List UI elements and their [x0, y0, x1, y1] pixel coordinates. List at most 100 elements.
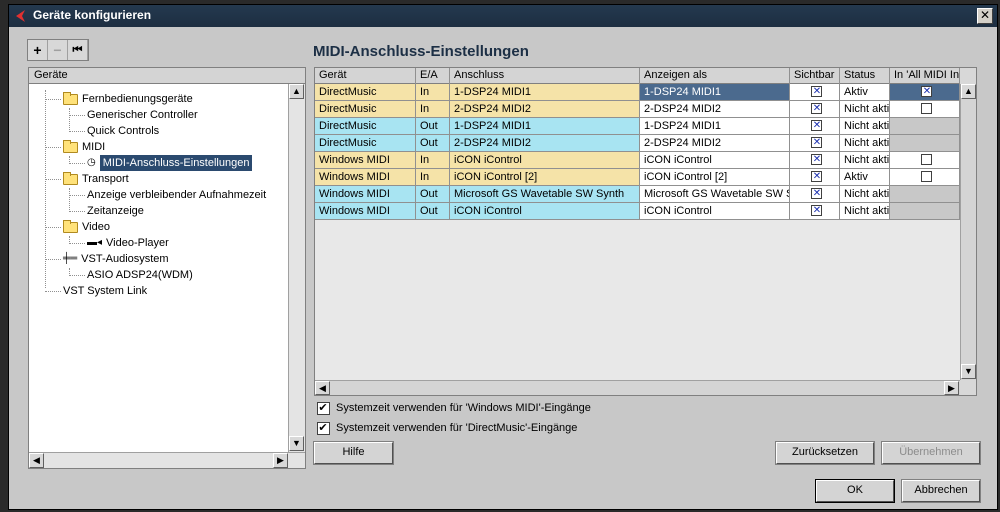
tree-item-transport[interactable]: Transport [63, 171, 129, 187]
column-header-sichtbar[interactable]: Sichtbar [790, 68, 840, 84]
tree-item-video[interactable]: Video [63, 219, 110, 235]
table-row[interactable]: DirectMusic Out 2-DSP24 MIDI2 2-DSP24 MIDI2… [315, 135, 960, 152]
table-row[interactable]: Windows MIDI In iCON iControl iCON iControl… [315, 152, 960, 169]
cell-sichtbar [790, 101, 840, 118]
option-windows-midi-systemtime[interactable]: Systemzeit verwenden für 'Windows MIDI'-… [315, 401, 591, 415]
grid-horizontal-scrollbar[interactable]: ◀ ▶ [315, 380, 960, 395]
directmusic-systemtime-checkbox[interactable] [317, 421, 330, 435]
column-header-status[interactable]: Status [840, 68, 890, 84]
cell-anschluss: 2-DSP24 MIDI2 [450, 101, 640, 118]
tree-item-vst-system-link[interactable]: VST System Link [63, 283, 147, 299]
folder-icon [63, 91, 78, 105]
tree-item-asio-adsp24[interactable]: ASIO ADSP24(WDM) [87, 267, 193, 283]
table-row[interactable]: DirectMusicIn2-DSP24 MIDI22-DSP24 MIDI2N… [315, 101, 960, 118]
column-header-all-midi-in[interactable]: In 'All MIDI In [890, 68, 960, 84]
cell-anzeigen[interactable]: Microsoft GS Wavetable SW S [640, 186, 790, 203]
column-header-ea[interactable]: E/A [416, 68, 450, 84]
cell-geraet: DirectMusic [315, 101, 416, 118]
scroll-left-button[interactable]: ◀ [315, 381, 330, 395]
all-midi-in-checkbox[interactable] [921, 171, 932, 182]
remove-device-button[interactable]: − [48, 40, 68, 60]
visible-checkbox[interactable] [811, 203, 822, 219]
apply-button[interactable]: Übernehmen [881, 441, 981, 465]
folder-icon [63, 219, 78, 233]
cell-ea: Out [416, 118, 450, 135]
cell-sichtbar [790, 203, 840, 220]
scroll-right-button[interactable]: ▶ [273, 453, 288, 468]
visible-checkbox[interactable] [811, 135, 822, 151]
cell-ea: In [416, 152, 450, 169]
audio-system-icon: ╪═ [63, 253, 78, 264]
ok-button[interactable]: OK [815, 479, 895, 503]
column-header-anzeigen-als[interactable]: Anzeigen als [640, 68, 790, 84]
cell-anzeigen[interactable]: 1-DSP24 MIDI1 [640, 84, 790, 101]
visible-checkbox[interactable] [811, 84, 822, 100]
tree-vertical-scrollbar[interactable]: ▲ ▼ [288, 84, 305, 452]
cell-all-midi-in [890, 101, 960, 118]
option-directmusic-systemtime[interactable]: Systemzeit verwenden für 'DirectMusic'-E… [315, 421, 577, 435]
cell-anzeigen[interactable]: iCON iControl [640, 203, 790, 220]
visible-checkbox[interactable] [811, 101, 822, 117]
table-row[interactable]: Windows MIDI Out iCON iControl iCON iContro… [315, 203, 960, 220]
cell-anzeigen[interactable]: 2-DSP24 MIDI2 [640, 101, 790, 118]
tree-item-label: Quick Controls [87, 125, 160, 137]
table-row[interactable]: DirectMusic Out 1-DSP24 MIDI1 1-DSP24 MIDI1… [315, 118, 960, 135]
cell-ea: In [416, 101, 450, 118]
tree-item-label: VST System Link [63, 285, 148, 297]
cell-geraet: Windows MIDI [315, 203, 416, 220]
reset-device-button[interactable]: ⏮ [68, 40, 88, 60]
column-header-anschluss[interactable]: Anschluss [450, 68, 640, 84]
column-header-geraet[interactable]: Gerät [315, 68, 416, 84]
visible-checkbox[interactable] [811, 118, 822, 134]
visible-checkbox[interactable] [811, 186, 822, 202]
cell-anzeigen[interactable]: 2-DSP24 MIDI2 [640, 135, 790, 152]
table-row[interactable]: Windows MIDI In iCON iControl [2] iCON iCon… [315, 169, 960, 186]
cell-anzeigen[interactable]: 1-DSP24 MIDI1 [640, 118, 790, 135]
tree-item-label: Fernbedienungsgeräte [82, 93, 193, 105]
window-title: Geräte konfigurieren [33, 8, 152, 22]
all-midi-in-checkbox[interactable] [921, 84, 932, 100]
cell-anzeigen[interactable]: iCON iControl [2] [640, 169, 790, 186]
tree-horizontal-scrollbar[interactable]: ◀ ▶ [29, 452, 305, 468]
windows-midi-systemtime-checkbox[interactable] [317, 401, 330, 415]
add-device-button[interactable]: + [28, 40, 48, 60]
scroll-left-button[interactable]: ◀ [29, 453, 44, 468]
close-button[interactable]: ✕ [977, 8, 993, 24]
device-tree[interactable]: Fernbedienungsgeräte Generischer Control… [29, 84, 288, 452]
all-midi-in-checkbox[interactable] [921, 154, 932, 165]
tree-item-fernbedienungsgeraete[interactable]: Fernbedienungsgeräte [63, 91, 193, 107]
grid-body: DirectMusicIn1-DSP24 MIDI11-DSP24 MIDI1A… [315, 84, 960, 380]
visible-checkbox[interactable] [811, 152, 822, 168]
title-bar[interactable]: Geräte konfigurieren ✕ [9, 5, 997, 27]
scroll-down-button[interactable]: ▼ [289, 436, 304, 451]
tree-item-zeitanzeige[interactable]: Zeitanzeige [87, 203, 144, 219]
cell-all-midi-in [890, 152, 960, 169]
cell-geraet: Windows MIDI [315, 186, 416, 203]
table-row[interactable]: Windows MIDI Out Microsoft GS Wavetable SW… [315, 186, 960, 203]
scroll-up-button[interactable]: ▲ [289, 84, 304, 99]
visible-checkbox[interactable] [811, 169, 822, 185]
cancel-button[interactable]: Abbrechen [901, 479, 981, 503]
tree-item-label: Video [82, 221, 110, 233]
table-row[interactable]: DirectMusicIn1-DSP24 MIDI11-DSP24 MIDI1A… [315, 84, 960, 101]
scroll-up-button[interactable]: ▲ [961, 84, 976, 99]
tree-item-midi[interactable]: MIDI [63, 139, 105, 155]
scroll-down-button[interactable]: ▼ [961, 364, 976, 379]
reset-button[interactable]: Zurücksetzen [775, 441, 875, 465]
cell-status: Nicht akti [840, 186, 890, 203]
tree-item-anzeige-aufnahmezeit[interactable]: Anzeige verbleibender Aufnahmezeit [87, 187, 266, 203]
tree-item-quick-controls[interactable]: Quick Controls [87, 123, 159, 139]
tree-item-label: ASIO ADSP24(WDM) [87, 269, 193, 281]
scroll-right-button[interactable]: ▶ [944, 381, 959, 395]
all-midi-in-checkbox[interactable] [921, 103, 932, 114]
cell-anzeigen[interactable]: iCON iControl [640, 152, 790, 169]
option-label: Systemzeit verwenden für 'DirectMusic'-E… [336, 422, 578, 434]
cell-status: Nicht akti [840, 118, 890, 135]
help-button[interactable]: Hilfe [313, 441, 394, 465]
tree-item-midi-anschluss-einstellungen[interactable]: ◷ MIDI-Anschluss-Einstellungen [87, 155, 253, 171]
cell-anschluss: Microsoft GS Wavetable SW Synth [450, 186, 640, 203]
tree-item-vst-audiosystem[interactable]: ╪═ VST-Audiosystem [63, 251, 169, 267]
grid-vertical-scrollbar[interactable]: ▲ ▼ [960, 84, 976, 380]
tree-item-generischer-controller[interactable]: Generischer Controller [87, 107, 198, 123]
tree-item-video-player[interactable]: ▬◂ Video-Player [87, 235, 169, 251]
